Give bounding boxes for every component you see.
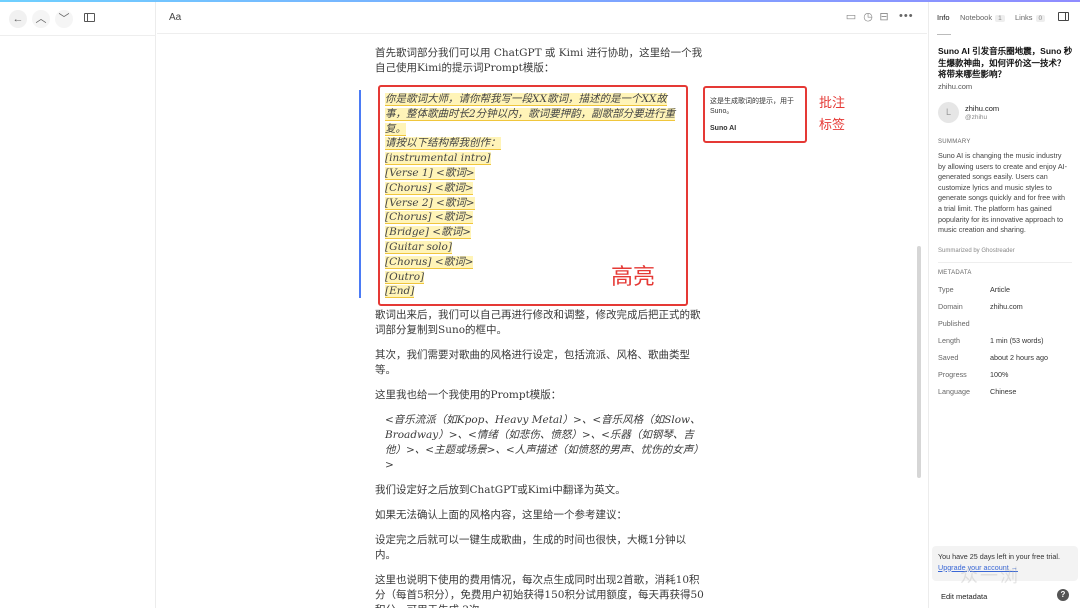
article-paragraph: 我们设定好之后放到ChatGPT或Kimi中翻译为英文。 [375, 484, 626, 496]
article-body: 首先歌词部分我们可以用 ChatGPT 或 Kimi 进行协助，这里给一个我自己… [375, 46, 705, 86]
metadata-key: Type [938, 285, 954, 294]
metadata-row-domain: Domain zhihu.com [938, 302, 1073, 312]
metadata-divider [938, 262, 1072, 263]
trial-text: You have 25 days left in your free trial… [938, 552, 1060, 561]
note-tag[interactable]: Suno AI [710, 125, 799, 132]
metadata-row-published: Published [938, 319, 1073, 329]
more-options-icon[interactable]: ••• [899, 10, 914, 22]
sidebar-toggle-icon[interactable] [84, 13, 95, 22]
help-icon[interactable]: ? [1057, 589, 1069, 601]
author-handle: @zhihu [965, 114, 988, 121]
article-paragraph: 这里我也给一个我使用的Prompt模版： [375, 389, 562, 401]
article-paragraph: 歌词出来后，我们可以自己再进行修改和调整，修改完成后把正式的歌词部分复制到Sun… [375, 309, 701, 336]
panel-toggle-icon[interactable] [1058, 12, 1069, 21]
blockquote-bar [359, 90, 361, 298]
metadata-value: about 2 hours ago [990, 353, 1048, 362]
metadata-value[interactable]: Chinese [990, 387, 1016, 396]
metadata-value[interactable]: Article [990, 285, 1010, 294]
tab-info[interactable]: Info [937, 13, 950, 22]
metadata-heading: METADATA [938, 270, 972, 276]
article-paragraph: 首先歌词部分我们可以用 ChatGPT 或 Kimi 进行协助，这里给一个我自己… [375, 47, 703, 74]
active-tab-indicator [937, 34, 951, 35]
metadata-row-progress: Progress 100% [938, 370, 1073, 380]
summarized-by: Summarized by Ghostreader [938, 248, 1015, 254]
metadata-key: Domain [938, 302, 963, 311]
document-title: Suno AI 引发音乐圈地震，Suno 秒生爆款神曲，如何评价这一技术？将带来… [938, 46, 1073, 79]
author-name: zhihu.com [965, 104, 1000, 113]
highlight-annotation-label: 高亮 [611, 265, 656, 290]
note-card[interactable]: 这是生成歌词的提示，用于Suno。 Suno AI [703, 86, 807, 143]
scrollbar-thumb[interactable] [917, 246, 921, 478]
metadata-row-saved: Saved about 2 hours ago [938, 353, 1073, 363]
metadata-row-type: Type Article [938, 285, 1073, 295]
article-paragraph: 设定完之后就可以一键生成歌曲，生成的时间也很快，大概1分钟以内。 [375, 534, 687, 561]
summary-heading: SUMMARY [938, 139, 971, 145]
left-nav: ← ︿ ﹀ [0, 2, 156, 608]
font-settings-button[interactable]: Aa [169, 12, 181, 23]
metadata-key: Length [938, 336, 960, 345]
clock-icon[interactable]: ◷ [862, 11, 874, 23]
article-paragraph: 这里也说明下使用的费用情况，每次点生成同时出现2首歌，消耗10积分（每首5积分）… [375, 574, 704, 608]
summary-text: Suno AI is changing the music industry b… [938, 151, 1068, 235]
notebook-count-badge: 1 [995, 15, 1005, 22]
chevron-up-icon[interactable]: ︿ [32, 10, 50, 28]
metadata-key: Progress [938, 370, 967, 379]
note-annotation-label: 批注标签 [819, 95, 846, 132]
article-paragraph: 如果无法确认上面的风格内容，这里给一个参考建议： [375, 509, 627, 521]
avatar: L [938, 102, 959, 123]
tab-links[interactable]: Links 0 [1015, 13, 1046, 22]
metadata-value[interactable]: zhihu.com [990, 302, 1023, 311]
metadata-key: Published [938, 319, 970, 328]
back-arrow-icon[interactable]: ← [9, 10, 27, 28]
document-domain: zhihu.com [938, 82, 973, 91]
info-panel: Info Notebook 1 Links 0 Suno AI 引发音乐圈地震，Su… [928, 2, 1080, 608]
metadata-key: Saved [938, 353, 959, 362]
watermark: 众一浏 [960, 566, 1020, 587]
reader-toolbar: Aa ▭ ◷ ⊟ ••• [157, 2, 927, 34]
chevron-down-icon[interactable]: ﹀ [55, 10, 73, 28]
metadata-value: 1 min (53 words) [990, 336, 1044, 345]
inbox-icon[interactable]: ⊟ [878, 11, 890, 23]
style-prompt: <音乐流派（如Kpop、Heavy Metal）>、<音乐风格（如Slow、Br… [385, 414, 704, 471]
metadata-row-language: Language Chinese [938, 387, 1073, 397]
note-text: 这是生成歌词的提示，用于Suno。 [710, 98, 794, 115]
archive-icon[interactable]: ▭ [845, 11, 857, 23]
reader-pane: Aa ▭ ◷ ⊟ ••• 首先歌词部分我们可以用 ChatGPT 或 Kimi … [157, 2, 927, 608]
metadata-row-length: Length 1 min (53 words) [938, 336, 1073, 346]
links-count-badge: 0 [1035, 15, 1046, 22]
nav-divider [0, 35, 156, 36]
tab-notebook[interactable]: Notebook 1 [960, 13, 1005, 22]
edit-metadata-button[interactable]: Edit metadata [941, 592, 987, 601]
article-body-continued: 歌词出来后，我们可以自己再进行修改和调整，修改完成后把正式的歌词部分复制到Sun… [375, 308, 705, 608]
metadata-value: 100% [990, 370, 1009, 379]
article-paragraph: 其次，我们需要对歌曲的风格进行设定，包括流派、风格、歌曲类型等。 [375, 349, 690, 376]
metadata-key: Language [938, 387, 970, 396]
